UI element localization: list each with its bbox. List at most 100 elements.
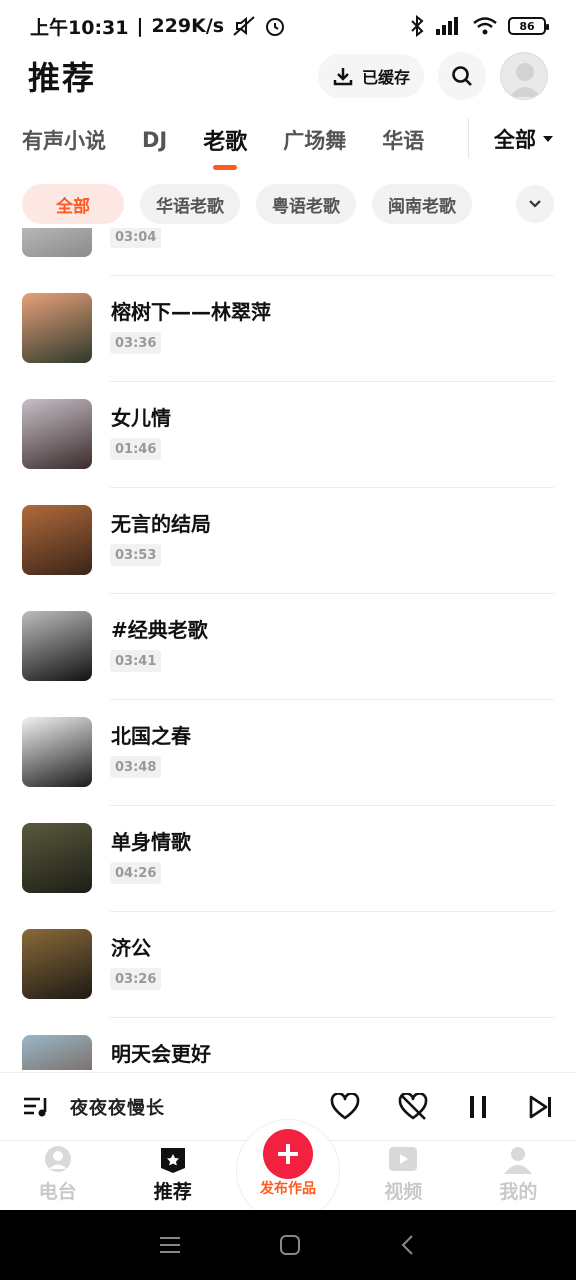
- cached-button[interactable]: 已缓存: [317, 54, 424, 98]
- status-time: 上午10:31: [30, 16, 129, 39]
- video-icon: [389, 1147, 418, 1171]
- song-list: 03:04 榕树下——林翠萍 03:36 女儿情 01:46 无言的结局 03:53 #经典老…: [0, 228, 576, 1070]
- song-cover: [22, 929, 92, 999]
- alarm-icon: [266, 18, 285, 36]
- search-icon: [452, 66, 472, 86]
- tab-square-dance[interactable]: 广场舞: [283, 125, 346, 155]
- chip-minnan-oldies[interactable]: 闽南老歌: [372, 184, 472, 224]
- back-icon[interactable]: [398, 1233, 418, 1257]
- next-track-icon[interactable]: [528, 1094, 554, 1120]
- song-row[interactable]: 济公 03:26: [0, 912, 576, 1018]
- song-title: 北国之春: [111, 724, 191, 748]
- player-controls: [330, 1092, 554, 1121]
- wifi-icon: [473, 17, 497, 35]
- tab-chinese[interactable]: 华语: [382, 125, 424, 155]
- header: 推荐 已缓存: [0, 52, 576, 100]
- song-duration: 03:04: [110, 228, 162, 248]
- status-left: 上午10:31 | 229K/s: [30, 13, 286, 40]
- signal-icon: [436, 17, 458, 35]
- status-right: 86: [410, 15, 549, 37]
- caret-down-icon: [543, 136, 553, 142]
- nav-publish[interactable]: 发布作品: [230, 1119, 345, 1223]
- nav-recommend[interactable]: 推荐: [115, 1141, 230, 1210]
- song-cover: [22, 1035, 92, 1070]
- plus-icon: [278, 1144, 298, 1164]
- song-cover: [22, 717, 92, 787]
- search-button[interactable]: [438, 52, 486, 100]
- song-cover: [22, 399, 92, 469]
- tab-audiobook[interactable]: 有声小说: [22, 125, 106, 155]
- song-cover: [22, 823, 92, 893]
- song-cover: [22, 293, 92, 363]
- song-list-inner: 03:04 榕树下——林翠萍 03:36 女儿情 01:46 无言的结局 03:53 #经典老…: [0, 228, 576, 1070]
- chip-cantonese-oldies[interactable]: 粤语老歌: [256, 184, 356, 224]
- nav-video-label: 视频: [384, 1181, 423, 1203]
- user-placeholder-icon: [509, 63, 541, 97]
- song-row[interactable]: 明天会更好: [0, 1018, 576, 1070]
- song-duration: 01:46: [110, 438, 162, 460]
- nav-mine-label: 我的: [499, 1181, 538, 1203]
- publish-button[interactable]: [263, 1129, 313, 1179]
- tab-oldies[interactable]: 老歌: [203, 124, 247, 156]
- song-row[interactable]: 女儿情 01:46: [0, 382, 576, 488]
- song-cover: [22, 611, 92, 681]
- nav-recommend-label: 推荐: [153, 1181, 192, 1203]
- home-icon[interactable]: [278, 1233, 302, 1257]
- system-nav-bar: [0, 1210, 576, 1280]
- song-title: 榕树下——林翠萍: [111, 300, 271, 324]
- avatar[interactable]: [500, 52, 548, 100]
- song-title: 单身情歌: [111, 830, 191, 854]
- tab-dj[interactable]: DJ: [142, 128, 167, 152]
- menu-icon[interactable]: [158, 1235, 182, 1255]
- profile-icon: [504, 1147, 533, 1174]
- radio-icon: [44, 1146, 71, 1172]
- song-title: 明天会更好: [111, 1042, 211, 1066]
- song-row[interactable]: 单身情歌 04:26: [0, 806, 576, 912]
- song-cover: [22, 505, 92, 575]
- song-title: #经典老歌: [111, 618, 208, 642]
- bluetooth-icon: [411, 15, 424, 37]
- song-cover: [22, 228, 92, 257]
- header-actions: 已缓存: [317, 52, 548, 100]
- now-playing-title: 夜夜夜慢长: [70, 1097, 165, 1119]
- expand-chips-button[interactable]: [516, 185, 554, 223]
- cached-label: 已缓存: [361, 68, 410, 87]
- tab-divider: [468, 118, 469, 158]
- page-title: 推荐: [28, 59, 97, 97]
- song-title: 无言的结局: [111, 512, 211, 536]
- song-duration: 03:41: [110, 650, 162, 672]
- like-icon[interactable]: [330, 1092, 360, 1121]
- network-speed: 229K/s: [151, 15, 225, 37]
- song-row[interactable]: 无言的结局 03:53: [0, 488, 576, 594]
- nav-radio-label: 电台: [38, 1181, 77, 1203]
- status-bar: 上午10:31 | 229K/s 86: [0, 0, 576, 52]
- nav-radio[interactable]: 电台: [0, 1141, 115, 1210]
- song-row[interactable]: 北国之春 03:48: [0, 700, 576, 806]
- song-duration: 04:26: [110, 862, 162, 884]
- nav-video[interactable]: 视频: [346, 1141, 461, 1210]
- song-title: 女儿情: [111, 406, 171, 430]
- dislike-icon[interactable]: [398, 1092, 428, 1121]
- nav-mine[interactable]: 我的: [461, 1141, 576, 1210]
- recommend-icon: [160, 1148, 185, 1173]
- pause-icon[interactable]: [466, 1094, 490, 1120]
- song-duration: 03:53: [110, 544, 162, 566]
- all-categories-button[interactable]: 全部: [494, 124, 554, 154]
- nav-publish-label: 发布作品: [260, 1181, 316, 1197]
- playlist-icon[interactable]: [22, 1095, 50, 1119]
- song-duration: 03:36: [110, 332, 162, 354]
- song-row[interactable]: 榕树下——林翠萍 03:36: [0, 276, 576, 382]
- song-row[interactable]: 03:04: [0, 228, 576, 276]
- category-tabs: 有声小说 DJ 老歌 广场舞 华语: [0, 112, 576, 168]
- battery-indicator: 86: [508, 17, 549, 35]
- chip-all[interactable]: 全部: [22, 184, 124, 224]
- song-title: 济公: [111, 936, 151, 960]
- chevron-down-icon: [529, 200, 541, 208]
- chip-mandarin-oldies[interactable]: 华语老歌: [140, 184, 240, 224]
- song-duration: 03:26: [110, 968, 162, 990]
- song-row[interactable]: #经典老歌 03:41: [0, 594, 576, 700]
- status-separator: |: [136, 15, 144, 37]
- download-icon: [333, 68, 353, 86]
- all-categories-label: 全部: [494, 128, 536, 152]
- filter-chips: 全部 华语老歌 粤语老歌 闽南老歌: [22, 184, 554, 224]
